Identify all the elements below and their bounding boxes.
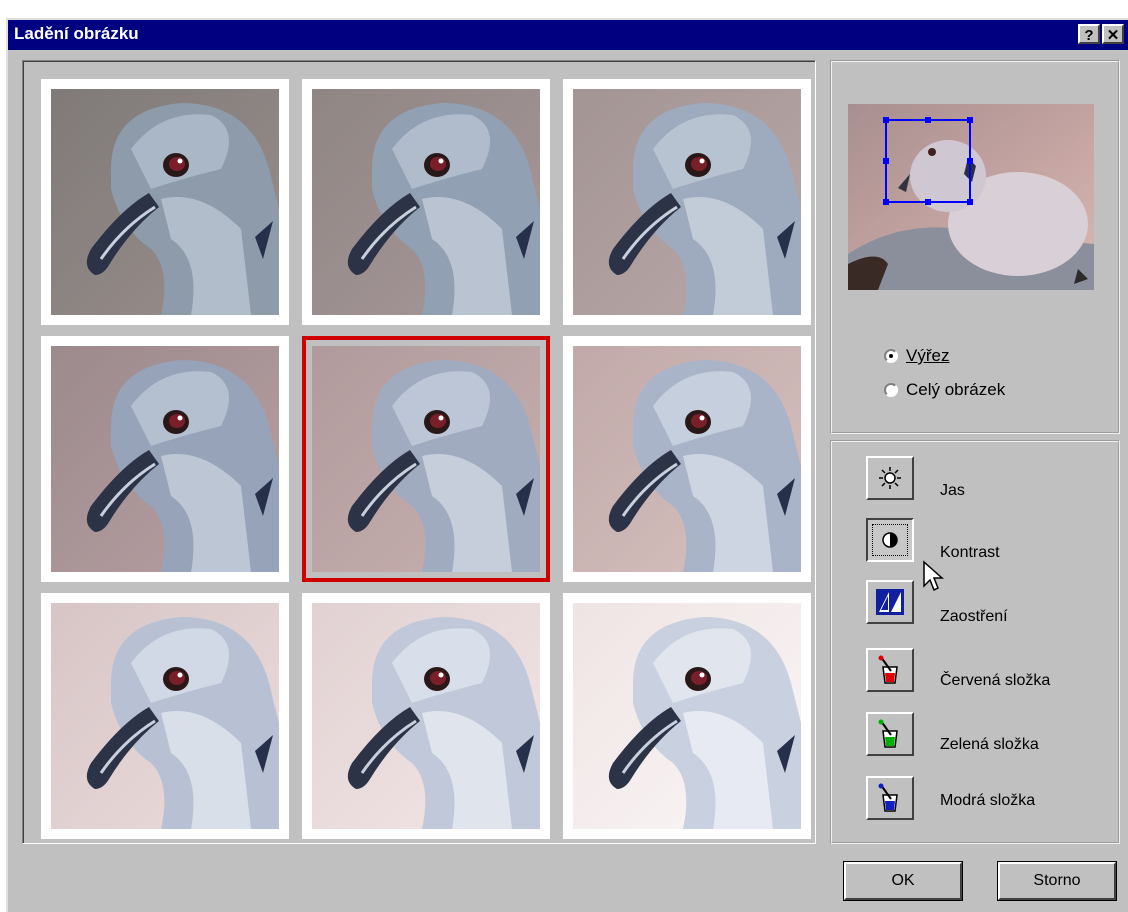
preview-group: Výřez Celý obrázek <box>830 60 1120 434</box>
radio-vyrez-control[interactable] <box>884 349 898 363</box>
brightness-label: Jas <box>940 482 965 499</box>
title-bar: Ladění obrázku ? ✕ <box>8 20 1128 50</box>
variation-image <box>312 89 540 315</box>
brightness-button[interactable] <box>866 456 914 500</box>
ok-button[interactable]: OK <box>843 861 963 901</box>
radio-cely-obrazek[interactable]: Celý obrázek <box>884 380 1005 400</box>
variation-tile[interactable] <box>302 79 550 325</box>
red-channel-label: Červená složka <box>940 672 1051 689</box>
variation-image <box>573 89 801 315</box>
sun-icon <box>879 467 901 489</box>
variation-image <box>312 346 540 572</box>
blue-channel-button[interactable] <box>866 776 914 820</box>
variation-tile[interactable] <box>41 79 289 325</box>
sharpen-icon <box>876 589 904 615</box>
variation-tile[interactable] <box>302 593 550 839</box>
window-title: Ladění obrázku <box>14 24 139 43</box>
variation-tile[interactable] <box>563 336 811 582</box>
variation-tile-selected[interactable] <box>302 336 550 582</box>
green-paint-bucket-icon <box>878 719 898 748</box>
cancel-button[interactable]: Storno <box>997 861 1117 901</box>
contrast-button[interactable] <box>866 518 914 562</box>
variation-image <box>51 89 279 315</box>
variation-tile[interactable] <box>41 336 289 582</box>
radio-cely-obrazek-control[interactable] <box>884 383 898 397</box>
variation-image <box>573 603 801 829</box>
variation-image <box>312 603 540 829</box>
variation-tile[interactable] <box>563 593 811 839</box>
variation-image <box>573 346 801 572</box>
adjust-tools-group: Jas Kontrast Zaostření Červená složka Ze… <box>830 440 1120 844</box>
red-channel-button[interactable] <box>866 648 914 692</box>
image-adjust-dialog: Ladění obrázku ? ✕ Výřez Celý obrázek Ja… <box>6 18 1128 912</box>
radio-cely-obrazek-label: Celý obrázek <box>906 380 1006 399</box>
mouse-cursor-icon <box>923 560 944 592</box>
sharpen-button[interactable] <box>866 580 914 624</box>
help-button[interactable]: ? <box>1078 24 1100 44</box>
radio-vyrez-label: Výřez <box>906 346 950 365</box>
variation-tile[interactable] <box>563 79 811 325</box>
radio-vyrez[interactable]: Výřez <box>884 346 949 366</box>
variation-tile[interactable] <box>41 593 289 839</box>
blue-paint-bucket-icon <box>878 783 898 812</box>
variation-image <box>51 603 279 829</box>
close-button[interactable]: ✕ <box>1102 24 1124 44</box>
preview-thumbnail[interactable] <box>848 104 1094 290</box>
blue-channel-label: Modrá složka <box>940 792 1036 809</box>
green-channel-button[interactable] <box>866 712 914 756</box>
red-paint-bucket-icon <box>878 655 898 684</box>
variation-image <box>51 346 279 572</box>
contrast-label: Kontrast <box>940 544 1000 561</box>
sharpen-label: Zaostření <box>940 608 1008 625</box>
green-channel-label: Zelená složka <box>940 736 1039 753</box>
variations-panel <box>22 60 816 844</box>
